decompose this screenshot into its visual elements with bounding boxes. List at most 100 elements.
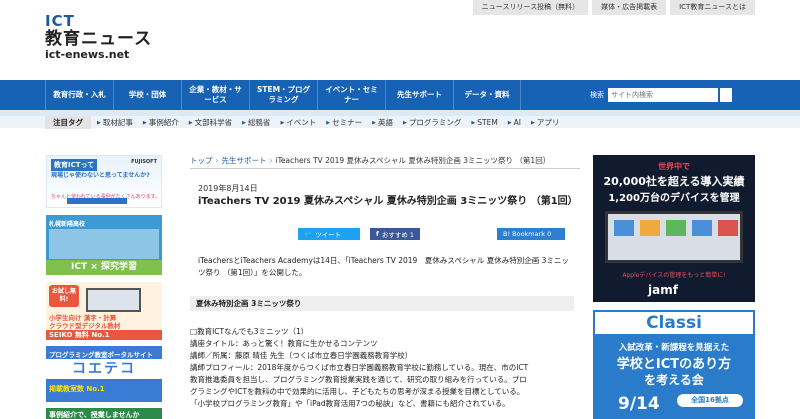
article-intro: iTeachersとiTeachers Academyは14日、「iTeache…: [198, 256, 569, 277]
breadcrumb-category[interactable]: 先生サポート: [222, 156, 267, 165]
breadcrumb-current: iTeachers TV 2019 夏休みスペシャル 夏休み特別企画 3ミニッツ…: [275, 156, 551, 165]
facebook-like-button[interactable]: f おすすめ 1: [370, 228, 420, 240]
tag-mext[interactable]: 文部科学省: [189, 117, 233, 128]
breadcrumb-divider: [190, 168, 580, 169]
tweet-label: ツイート: [315, 231, 342, 239]
classi-logo: Classi: [593, 310, 755, 336]
device-screen-image: [605, 211, 743, 263]
banner-brand: FUJISOFT: [131, 159, 157, 165]
search-label: 検索: [590, 91, 604, 99]
site-search: 検索: [590, 88, 732, 102]
featured-tags: 注目タグ 取材記事 事例紹介 文部科学省 総務省 イベント セミナー 英語 プロ…: [45, 115, 569, 129]
tag-english[interactable]: 英語: [372, 117, 393, 128]
breadcrumb-home[interactable]: トップ: [190, 156, 213, 165]
banner-brand: コエテコ: [46, 359, 162, 379]
ad-note: Appleデバイスの管理をもっと簡単に!: [622, 272, 726, 279]
ad-line2: 学校とICTのあり方: [616, 357, 732, 372]
jamf-logo: jamf: [648, 283, 678, 297]
banner-fujisoft[interactable]: 教育ICTって FUJISOFT 現場じゃ使わないと思ってませんか? ちゃんと使…: [46, 155, 162, 208]
banner-sapporo[interactable]: 札幌新陽高校 ICT × 探究学習: [46, 215, 162, 275]
search-button[interactable]: [720, 88, 732, 102]
free-trial-badge: お試し無料!: [49, 285, 79, 307]
app-tile: [718, 220, 738, 236]
ad-line1: 入試改革・新課程を見据えた: [618, 343, 730, 353]
banner-case-study[interactable]: 事例紹介で、授業しませんか: [46, 408, 162, 419]
banner-title: 札幌新陽高校: [49, 221, 86, 228]
site-logo[interactable]: ICT 教育ニュース ict-enews.net: [45, 14, 155, 64]
article-body: □教育ICTなんでも3ミニッツ（1） 講座タイトル：あっと驚く！教育に生かせるコ…: [190, 326, 574, 410]
nav-item-stem[interactable]: STEM・プログラミング: [249, 80, 317, 110]
banner-digital-drill[interactable]: お試し無料! 小学生向け 漢字・計算 クラウド型デジタル教材 SEIKO 無料 …: [46, 282, 162, 340]
ad-line1: 20,000社を超える導入実績: [603, 175, 745, 188]
facebook-label: おすすめ 1: [381, 231, 415, 239]
tag-seminar[interactable]: セミナー: [326, 117, 362, 128]
ad-line3: を考える会: [644, 373, 704, 387]
banner-strip: SEIKO 無料 No.1: [46, 330, 162, 340]
nav-item-companies[interactable]: 企業・教材・サービス: [181, 80, 249, 110]
tag-mic[interactable]: 総務省: [242, 117, 271, 128]
ad-jamf[interactable]: 世界中で 20,000社を超える導入実績 1,200万台のデバイスを管理 App…: [593, 155, 755, 302]
banner-text: 小学生向け 漢字・計算 クラウド型デジタル教材: [49, 314, 120, 330]
tweet-button[interactable]: 🐦 ツイート: [298, 228, 360, 240]
breadcrumb-separator: ›: [215, 156, 219, 165]
top-link-news-release[interactable]: ニュースリリース投稿（無料）: [472, 0, 589, 15]
banner-coeteco[interactable]: プログラミング教室ポータルサイト コエテコ 掲載教室数 No.1: [46, 346, 162, 402]
tag-interview[interactable]: 取材記事: [97, 117, 133, 128]
nav-item-schools[interactable]: 学校・団体: [113, 80, 181, 110]
banner-text: 現場じゃ使わないと思ってませんか?: [51, 172, 150, 179]
body-line: 教育推進委員を担当し、プログラミング教育授業実践を通じて、研究の取り組みを行って…: [190, 375, 527, 384]
app-tile: [640, 220, 660, 236]
hatena-bookmark-button[interactable]: B! Bookmark 0: [497, 228, 565, 240]
tag-ai[interactable]: AI: [508, 118, 521, 127]
facebook-icon: f: [376, 230, 379, 238]
banner-caption: ICT × 探究学習: [46, 260, 162, 275]
banner-bar: [67, 198, 127, 204]
tablet-image: [86, 288, 141, 312]
nav-item-data[interactable]: データ・資料: [453, 80, 521, 110]
ad-tour-badge: 全国16拠点: [677, 394, 743, 407]
article-date: 2019年8月14日: [198, 184, 258, 193]
breadcrumb: トップ › 先生サポート › iTeachers TV 2019 夏休みスペシャル 夏休…: [190, 155, 550, 166]
article-title: iTeachers TV 2019 夏休みスペシャル 夏休み特別企画 3ミニッツ…: [198, 196, 578, 207]
tag-stem[interactable]: STEM: [471, 118, 498, 127]
section-heading: 夏休み特別企画 3ミニッツ祭り: [190, 296, 574, 311]
tag-programming[interactable]: プログラミング: [403, 117, 462, 128]
twitter-icon: 🐦: [304, 230, 313, 238]
tags-label: 注目タグ: [45, 115, 91, 129]
nav-item-teacher-support[interactable]: 先生サポート: [385, 80, 453, 110]
tag-case[interactable]: 事例紹介: [143, 117, 179, 128]
tag-event[interactable]: イベント: [280, 117, 316, 128]
body-line: 講座タイトル：あっと驚く！教育に生かせるコンテンツ: [190, 339, 378, 348]
body-line: 講師プロフィール：2018年度からつくば市立春日学園義務教育学校に勤務している。…: [190, 363, 529, 372]
banner-title: プログラミング教室ポータルサイト: [49, 351, 153, 359]
main-nav: 教育行政・入札 学校・団体 企業・教材・サービス STEM・プログラミング イベ…: [0, 80, 800, 110]
top-link-media-guide[interactable]: 媒体・広告掲載表: [592, 0, 667, 15]
hatena-label: B! Bookmark 0: [503, 230, 552, 238]
ad-classi[interactable]: Classi 入試改革・新課程を見据えた 学校とICTのあり方 を考える会 9/…: [593, 310, 755, 419]
top-links: ニュースリリース投稿（無料） 媒体・広告掲載表 ICT教育ニュースとは: [472, 0, 755, 15]
nav-item-policy[interactable]: 教育行政・入札: [45, 80, 113, 110]
tag-app[interactable]: アプリ: [531, 117, 560, 128]
banner-caption: 掲載教室数 No.1: [49, 385, 105, 393]
top-link-about[interactable]: ICT教育ニュースとは: [670, 0, 755, 15]
logo-ict: ICT: [45, 12, 75, 30]
logo-title: 教育ニュース: [45, 29, 153, 49]
app-tile: [614, 220, 634, 236]
ad-date: 9/14: [618, 394, 660, 414]
body-line: 講師／所属：藤原 晴佳 先生（つくば市立春日学園義務教育学校）: [190, 351, 413, 360]
logo-domain: ict-enews.net: [45, 48, 130, 61]
search-input[interactable]: [608, 88, 718, 102]
body-line: グラミングやICTを教科の中で効果的に活用し、子どもたちの思考が深まる授業を目標…: [190, 387, 525, 396]
ad-line2: 1,200万台のデバイスを管理: [608, 193, 740, 204]
nav-item-events[interactable]: イベント・セミナー: [317, 80, 385, 110]
app-tile: [692, 220, 712, 236]
banner-photo: [49, 229, 159, 259]
banner-text-line1: 小学生向け 漢字・計算: [49, 314, 117, 322]
app-tile: [666, 220, 686, 236]
breadcrumb-separator: ›: [269, 156, 273, 165]
banner-text-line2: クラウド型デジタル教材: [49, 322, 121, 330]
banner-title: 教育ICTって: [51, 159, 98, 171]
body-line: □教育ICTなんでも3ミニッツ（1）: [190, 327, 309, 336]
ad-heading: 世界中で: [658, 162, 690, 171]
body-line: 「小学校プログラミング教育」や「iPad教育活用7つの秘訣」など、書籍にも紹介さ…: [190, 399, 510, 408]
